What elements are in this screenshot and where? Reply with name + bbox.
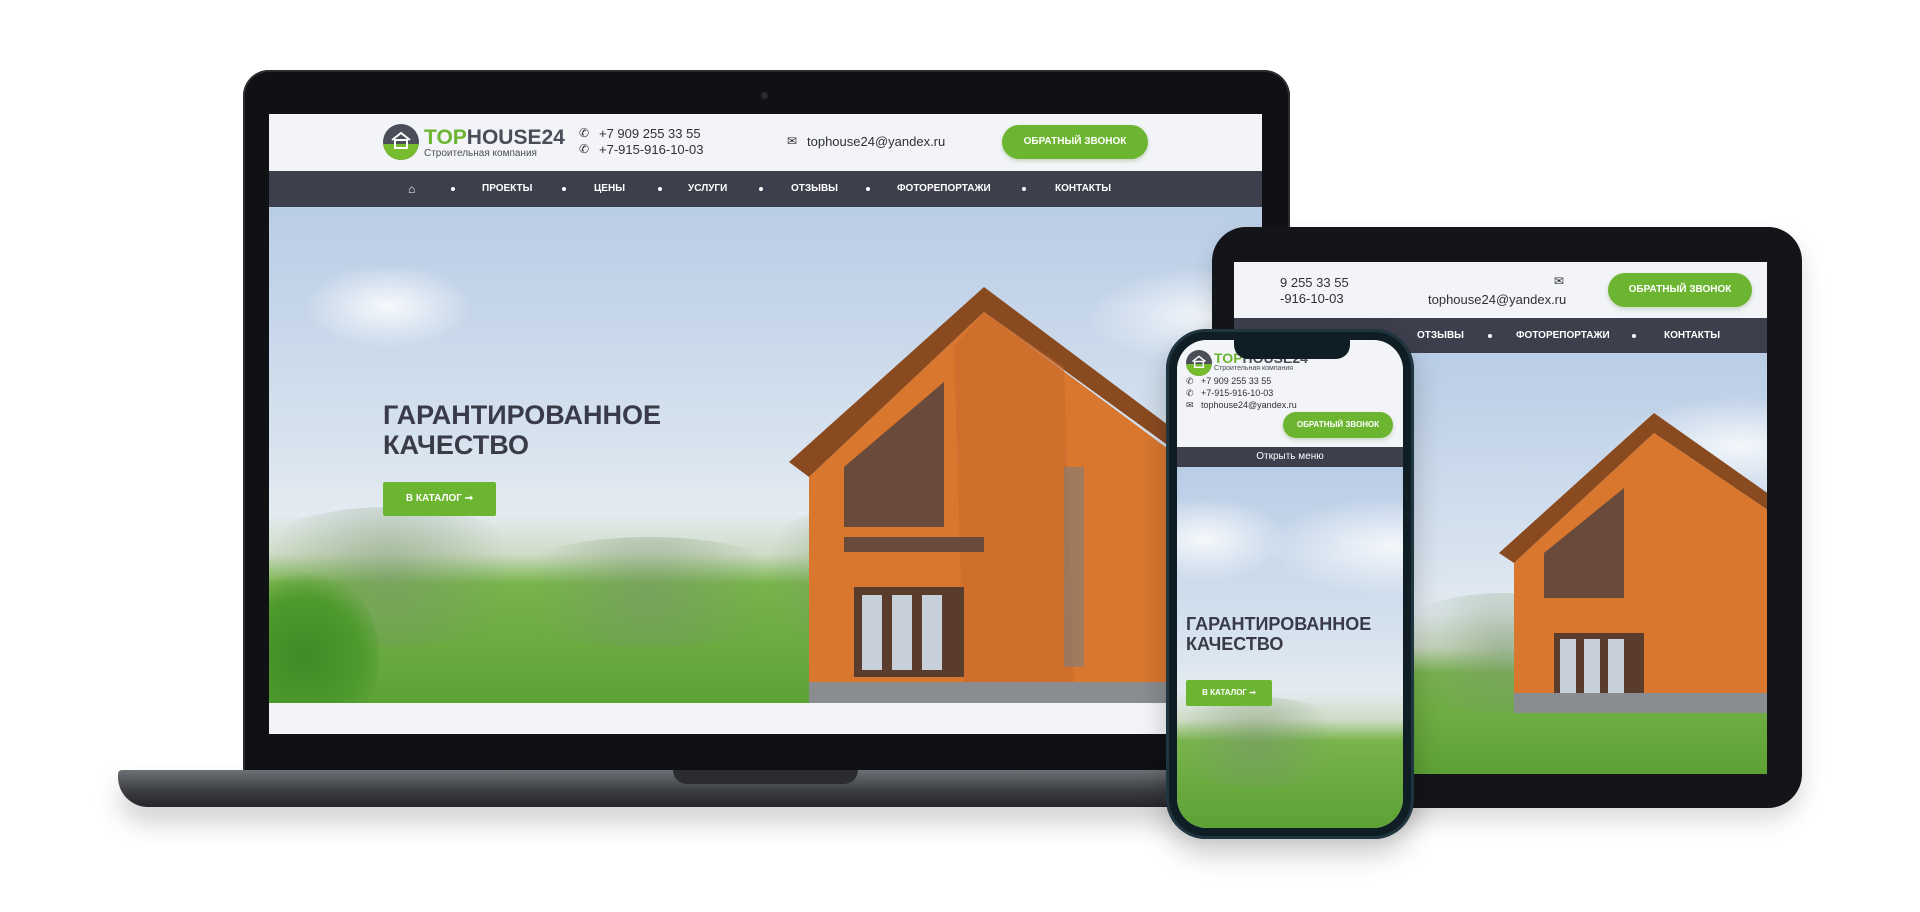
catalog-button[interactable]: В КАТАЛОГ ➞ [383, 482, 496, 516]
phone-icon: ✆ [1186, 388, 1194, 398]
phone-2[interactable]: +7-915-916-10-03 [599, 142, 703, 157]
tablet-nav-reviews[interactable]: ОТЗЫВЫ [1417, 330, 1464, 341]
phone-notch [1234, 337, 1350, 359]
phone-screen: TOPHOUSE24 Строительная компания ✆ +7 90… [1177, 340, 1403, 828]
hero-title-line-1: ГАРАНТИРОВАННОЕ [383, 400, 661, 430]
hero-title: ГАРАНТИРОВАННОЕ КАЧЕСТВО [383, 400, 661, 460]
phone-icon: ✆ [1186, 376, 1194, 386]
phone-hero-title: ГАРАНТИРОВАННОЕ КАЧЕСТВО [1186, 614, 1371, 654]
hero-title-line-1: ГАРАНТИРОВАННОЕ [1186, 614, 1372, 634]
tagline: Строительная компания [424, 148, 537, 159]
nav-item-photo-reports[interactable]: ФОТОРЕПОРТАЖИ [897, 183, 991, 194]
hero-banner: ГАРАНТИРОВАННОЕ КАЧЕСТВО В КАТАЛОГ ➞ [269, 207, 1262, 703]
logo-icon[interactable] [1186, 350, 1212, 376]
mail-icon: ✉ [1554, 274, 1565, 288]
logo-icon[interactable] [383, 124, 419, 160]
tablet-phone-1[interactable]: 9 255 33 55 [1280, 275, 1349, 290]
nav-item-services[interactable]: УСЛУГИ [688, 183, 727, 194]
email-link[interactable]: tophouse24@yandex.ru [807, 134, 945, 149]
main-nav: ⌂ ПРОЕКТЫ ЦЕНЫ УСЛУГИ ОТЗЫВЫ ФОТОРЕПОРТА… [269, 171, 1262, 207]
tablet-nav-photo-reports[interactable]: ФОТОРЕПОРТАЖИ [1516, 330, 1610, 341]
logo-rest-text: HOUSE24 [466, 126, 565, 149]
nav-item-prices[interactable]: ЦЕНЫ [594, 183, 625, 194]
tablet-nav-contacts[interactable]: КОНТАКТЫ [1664, 330, 1720, 341]
phone-hero: ГАРАНТИРОВАННОЕ КАЧЕСТВО В КАТАЛОГ ➞ [1177, 467, 1403, 828]
tablet-phone-2[interactable]: -916-10-03 [1280, 291, 1344, 306]
phone-1[interactable]: +7 909 255 33 55 [1201, 376, 1271, 386]
tagline: Строительная компания [1214, 365, 1294, 372]
tablet-header: 9 255 33 55 -916-10-03 ✉ tophouse24@yand… [1234, 262, 1767, 317]
phone-catalog-button[interactable]: В КАТАЛОГ ➞ [1186, 680, 1272, 706]
tablet-email-link[interactable]: tophouse24@yandex.ru [1428, 292, 1566, 307]
laptop-camera [761, 92, 768, 99]
hero-title-line-2: КАЧЕСТВО [1186, 634, 1284, 655]
email-link[interactable]: tophouse24@yandex.ru [1201, 400, 1297, 410]
laptop-trackpad-notch [673, 770, 858, 784]
nav-item-reviews[interactable]: ОТЗЫВЫ [791, 183, 838, 194]
site-header: TOPHOUSE24 Строительная компания ✆ ✆ +7 … [269, 114, 1262, 170]
mail-icon: ✉ [787, 134, 798, 148]
mobile-menu-toggle[interactable]: Открыть меню [1177, 447, 1403, 467]
logo[interactable]: TOPHOUSE24 [424, 126, 565, 150]
nav-item-projects[interactable]: ПРОЕКТЫ [482, 183, 532, 194]
callback-button[interactable]: ОБРАТНЫЙ ЗВОНОК [1002, 125, 1148, 159]
house-image [1499, 413, 1767, 713]
hero-title-line-2: КАЧЕСТВО [383, 430, 530, 461]
phone-callback-button[interactable]: ОБРАТНЫЙ ЗВОНОК [1283, 412, 1393, 438]
logo-top-text: TOP [424, 126, 467, 149]
phone-1[interactable]: +7 909 255 33 55 [599, 126, 701, 141]
home-icon[interactable]: ⌂ [408, 182, 415, 196]
tablet-callback-button[interactable]: ОБРАТНЫЙ ЗВОНОК [1608, 273, 1752, 307]
laptop-screen: TOPHOUSE24 Строительная компания ✆ ✆ +7 … [269, 114, 1262, 734]
phone-icon: ✆ [579, 142, 590, 156]
phone-icon: ✆ [579, 126, 590, 140]
nav-item-contacts[interactable]: КОНТАКТЫ [1055, 183, 1111, 194]
mail-icon: ✉ [1186, 400, 1194, 410]
phone-2[interactable]: +7-915-916-10-03 [1201, 388, 1273, 398]
